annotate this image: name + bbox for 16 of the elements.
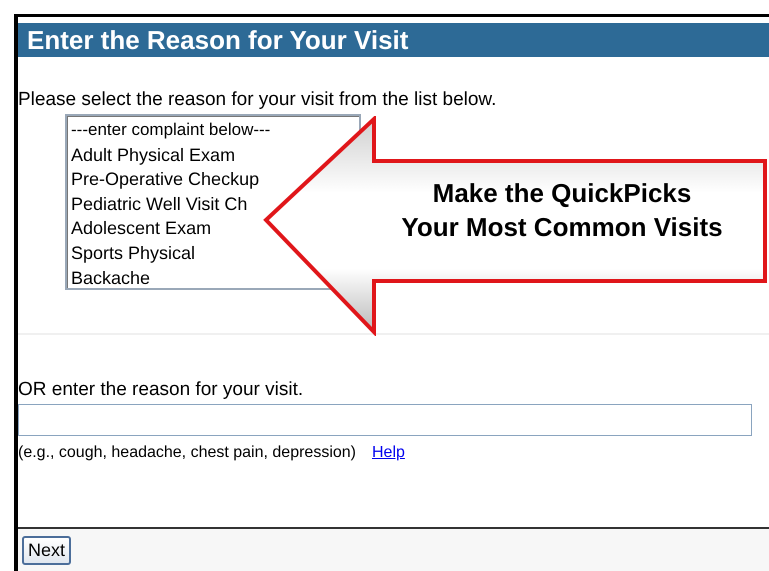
page-title: Enter the Reason for Your Visit [18, 23, 769, 57]
callout-text: Make the QuickPicks [432, 177, 692, 210]
list-option[interactable]: Adult Physical Exam [71, 142, 236, 168]
reason-label: OR enter the reason for your visit. [18, 379, 304, 401]
hint-text: (e.g., cough, headache, chest pain, depression) [18, 444, 356, 462]
list-option[interactable]: Pre-Operative Checkup [71, 167, 260, 192]
list-option[interactable]: Pediatric Well Visit Ch [71, 192, 248, 216]
instruction-text: Please select the reason for your visit from the list below. [18, 89, 498, 111]
list-option[interactable]: ---enter complaint below--- [71, 118, 270, 143]
list-option[interactable]: Adolescent Exam [71, 216, 212, 241]
callout-text: Your Most Common Visits [401, 211, 723, 244]
list-option[interactable]: Sports Physical [71, 240, 196, 266]
reason-input-field[interactable] [18, 404, 752, 436]
next-button[interactable]: Next [22, 536, 72, 564]
list-option[interactable]: Backache [71, 266, 150, 290]
help-link[interactable]: Help [372, 444, 405, 462]
